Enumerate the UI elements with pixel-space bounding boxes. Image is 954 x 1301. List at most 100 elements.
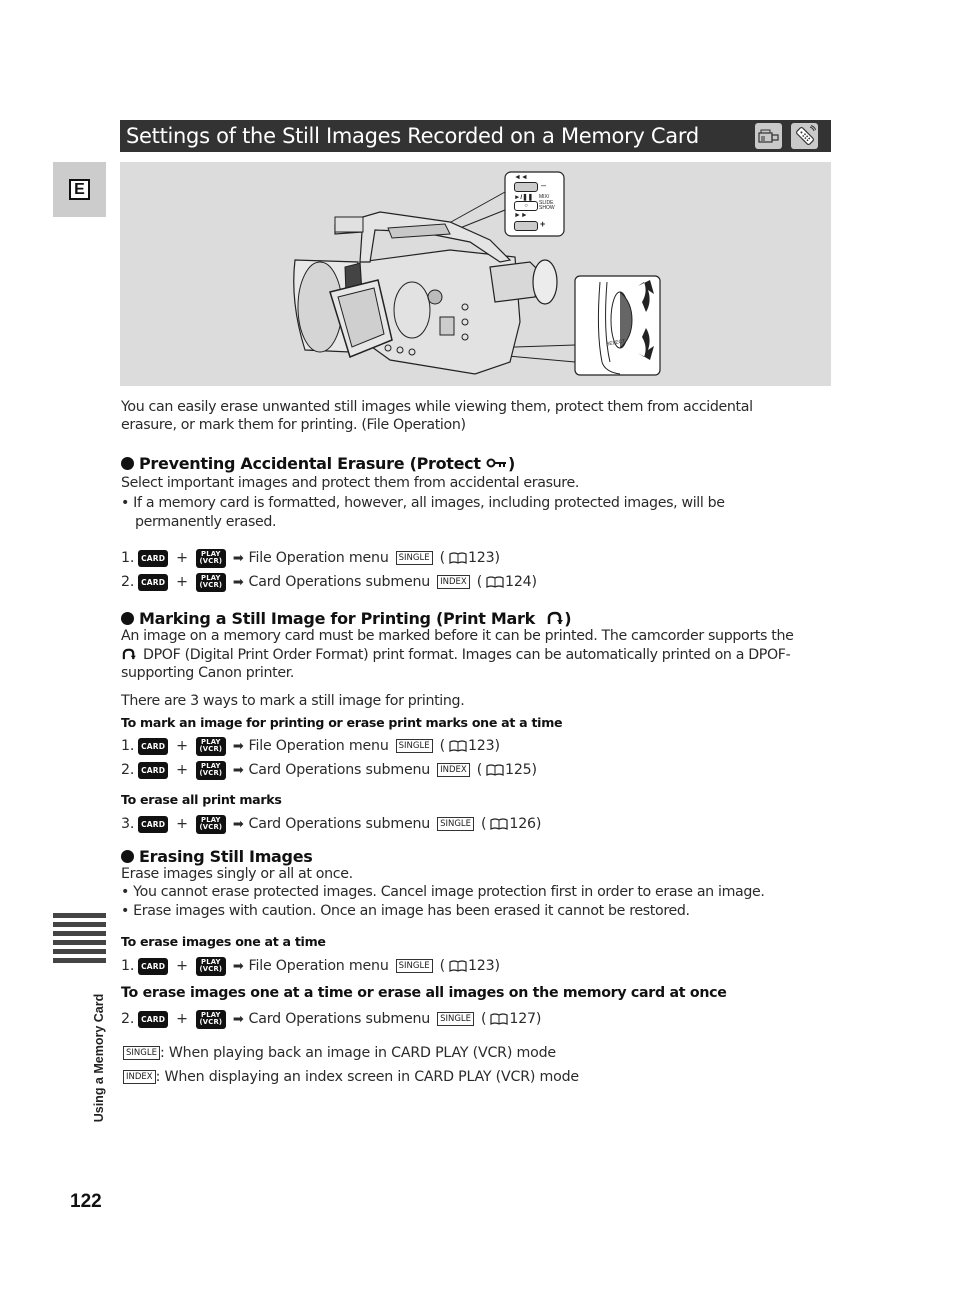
camcorder-drawing <box>293 171 661 376</box>
mix-slide-show-label: MIX/ SLIDE SHOW <box>539 194 555 212</box>
step-number: 1. <box>121 958 135 974</box>
arrow-icon: ➡ <box>232 762 244 778</box>
book-icon <box>490 818 508 830</box>
print-mark-body-1: An image on a memory card must be marked… <box>121 628 794 644</box>
step-number: 1. <box>121 738 135 754</box>
section-marker-bars <box>53 913 106 967</box>
chapter-side-label: Using a Memory Card <box>92 993 106 1123</box>
mode-label: INDEX <box>123 1070 156 1084</box>
plus-sign: + <box>176 958 188 974</box>
intro-line-2: erasure, or mark them for printing. (Fil… <box>121 417 466 433</box>
mode-label: SINGLE <box>395 959 433 973</box>
print-mark-body-3: supporting Canon printer. <box>121 665 295 681</box>
language-tab: E <box>53 162 106 217</box>
rewind-symbol: ◄◄ <box>514 174 528 181</box>
legend-index: INDEX : When displaying an index screen … <box>121 1067 579 1087</box>
page-number: 122 <box>70 1191 102 1212</box>
erase-bullet-2: • Erase images with caution. Once an ima… <box>121 903 690 919</box>
minus-label: – <box>541 180 547 190</box>
step-number: 1. <box>121 550 135 566</box>
step-number: 2. <box>121 574 135 590</box>
print-step-3: 3. CARD + PLAY (VCR) ➡ Card Operations su… <box>121 814 541 834</box>
page-reference: (124) <box>476 574 537 590</box>
step-number: 2. <box>121 762 135 778</box>
print-mark-body-2: DPOF (Digital Print Order Format) print … <box>121 647 791 663</box>
camcorder-illustration: ◄◄ – ►/❚❚ ○ MIX/ SLIDE SHOW ►► + SELECT <box>120 162 831 386</box>
play-vcr-key-icon: PLAY (VCR) <box>195 814 226 834</box>
step-target: Card Operations submenu <box>248 574 431 590</box>
play-vcr-key-icon: PLAY (VCR) <box>195 572 226 592</box>
page-reference: (123) <box>439 738 500 754</box>
erase-sub1: To erase images one at a time <box>121 934 326 949</box>
bullet-icon <box>121 457 134 470</box>
erase-heading: Erasing Still Images <box>121 847 313 866</box>
plus-sign: + <box>176 1011 188 1027</box>
erase-sub2: To erase images one at a time or erase a… <box>121 985 727 1001</box>
step-target: Card Operations submenu <box>248 816 431 832</box>
page-reference: (123) <box>439 958 500 974</box>
arrow-icon: ➡ <box>232 550 244 566</box>
print-mark-heading-end: ) <box>564 609 572 628</box>
legend-single: SINGLE : When playing back an image in C… <box>121 1043 556 1063</box>
intro-line-1: You can easily erase unwanted still imag… <box>121 399 753 415</box>
page-reference: (127) <box>481 1011 542 1027</box>
mode-label: SINGLE <box>437 1012 475 1026</box>
step-target: File Operation menu <box>248 738 389 754</box>
erase-body: Erase images singly or all at once. <box>121 866 353 882</box>
card-key-icon: CARD <box>138 761 169 779</box>
step-target: File Operation menu <box>248 550 389 566</box>
arrow-icon: ➡ <box>232 574 244 590</box>
plus-sign: + <box>176 816 188 832</box>
print-mark-sub2: To erase all print marks <box>121 792 282 807</box>
book-icon <box>449 960 467 972</box>
step-target: File Operation menu <box>248 958 389 974</box>
play-vcr-key-icon: PLAY (VCR) <box>195 760 226 780</box>
plus-sign: + <box>176 550 188 566</box>
marker-bar <box>53 958 106 963</box>
arrow-icon: ➡ <box>232 816 244 832</box>
erase-heading-text: Erasing Still Images <box>139 847 313 866</box>
step-number: 2. <box>121 1011 135 1027</box>
mode-label: INDEX <box>437 575 470 589</box>
arrow-icon: ➡ <box>232 1011 244 1027</box>
mode-label: SINGLE <box>437 817 475 831</box>
arrow-icon: ➡ <box>232 958 244 974</box>
legend-text: : When displaying an index screen in CAR… <box>155 1069 580 1085</box>
protect-step-1: 1. CARD + PLAY (VCR) ➡ File Operation men… <box>121 548 500 568</box>
protect-bullet-line-2: permanently erased. <box>135 514 277 530</box>
play-pause-button: ○ <box>514 201 538 211</box>
step-target: Card Operations submenu <box>248 1011 431 1027</box>
book-icon <box>490 1013 508 1025</box>
play-vcr-key-icon: PLAY (VCR) <box>195 736 226 756</box>
book-icon <box>449 552 467 564</box>
plus-label: + <box>540 219 546 229</box>
legend-text: : When playing back an image in CARD PLA… <box>159 1045 556 1061</box>
play-vcr-key-icon: PLAY (VCR) <box>195 956 226 976</box>
protect-heading-end: ) <box>508 454 516 473</box>
book-icon <box>486 764 504 776</box>
protect-key-icon <box>486 458 506 468</box>
plus-sign: + <box>176 574 188 590</box>
print-step-1: 1. CARD + PLAY (VCR) ➡ File Operation men… <box>121 736 500 756</box>
card-key-icon: CARD <box>138 957 169 975</box>
show-label: SHOW <box>539 205 555 211</box>
book-icon <box>486 576 504 588</box>
step-target: Card Operations submenu <box>248 762 431 778</box>
erase-bullet-1: • You cannot erase protected images. Can… <box>121 884 765 900</box>
marker-bar <box>53 949 106 954</box>
marker-bar <box>53 940 106 945</box>
card-key-icon: CARD <box>138 573 169 591</box>
marker-bar <box>53 922 106 927</box>
mode-label: SINGLE <box>395 551 433 565</box>
print-mark-icon <box>122 648 136 660</box>
card-key-icon: CARD <box>138 1010 169 1028</box>
card-key-icon: CARD <box>138 737 169 755</box>
erase-step-2: 2. CARD + PLAY (VCR) ➡ Card Operations su… <box>121 1009 541 1029</box>
play-vcr-key-icon: PLAY (VCR) <box>195 1009 226 1029</box>
book-icon <box>449 740 467 752</box>
arrow-icon: ➡ <box>232 738 244 754</box>
protect-heading: Preventing Accidental Erasure (Protect ) <box>121 454 515 473</box>
mode-label: INDEX <box>437 763 470 777</box>
marker-bar <box>53 913 106 918</box>
play-vcr-key-icon: PLAY (VCR) <box>195 548 226 568</box>
